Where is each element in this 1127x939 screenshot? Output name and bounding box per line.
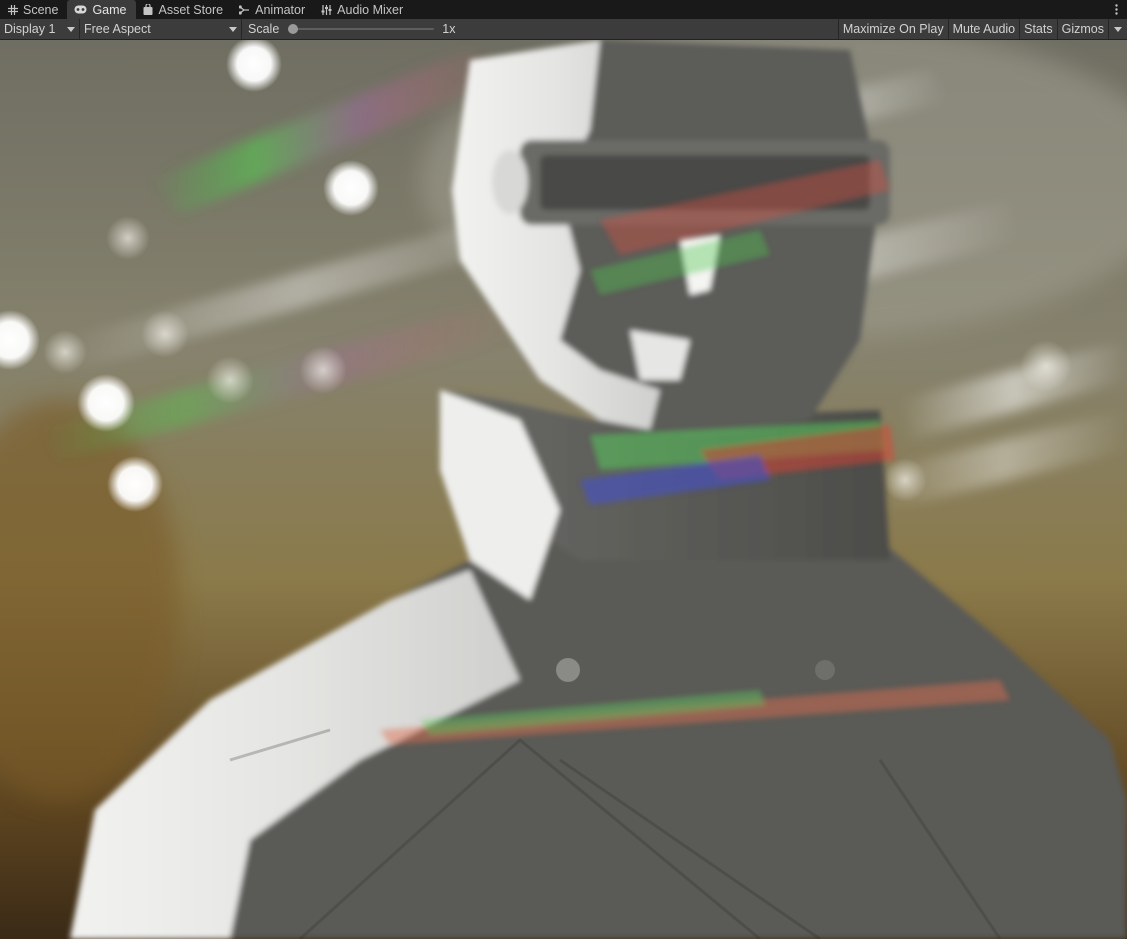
editor-tab-bar: Scene Game Asset Store Animator Audio Mi… [0,0,1127,19]
stats-toggle[interactable]: Stats [1019,19,1057,39]
tab-scene[interactable]: Scene [0,0,67,19]
tab-game[interactable]: Game [67,0,136,19]
tab-label: Audio Mixer [337,2,404,17]
chevron-down-icon [67,26,75,32]
scale-slider-thumb[interactable] [288,24,299,34]
scale-label: Scale [248,22,280,36]
scale-control: Scale 1x [242,19,462,39]
grid-icon [7,4,18,15]
tab-label: Asset Store [158,2,224,17]
maximize-on-play-toggle[interactable]: Maximize On Play [837,19,948,39]
gamepad-icon [74,4,87,15]
tab-label: Game [92,2,127,17]
shopping-bag-icon [143,4,154,15]
mute-audio-toggle[interactable]: Mute Audio [947,19,1020,39]
chevron-down-icon [1114,26,1122,32]
gizmos-toggle[interactable]: Gizmos [1056,19,1108,39]
tab-audio-mixer[interactable]: Audio Mixer [314,0,412,19]
animator-icon [239,4,250,15]
tab-animator[interactable]: Animator [232,0,314,19]
display-dropdown-value: Display 1 [4,22,56,36]
game-viewport[interactable] [0,40,1127,939]
aspect-dropdown-value: Free Aspect [84,22,151,36]
mixer-sliders-icon [321,4,332,15]
game-render-image [0,40,1127,939]
scale-value: 1x [442,22,456,36]
tab-asset-store[interactable]: Asset Store [136,0,233,19]
scale-slider-track [288,28,435,30]
tab-label: Scene [23,2,59,17]
game-view-toolbar: Display 1 Free Aspect Scale 1x Maximize … [0,19,1127,40]
display-dropdown[interactable]: Display 1 [0,19,80,39]
tab-label: Animator [255,2,306,17]
scale-slider[interactable] [288,24,435,34]
tabbar-spacer [412,0,1109,19]
aspect-dropdown[interactable]: Free Aspect [80,19,242,39]
gizmos-dropdown[interactable] [1108,19,1127,39]
more-options-icon[interactable] [1109,0,1123,19]
chevron-down-icon [229,26,237,32]
